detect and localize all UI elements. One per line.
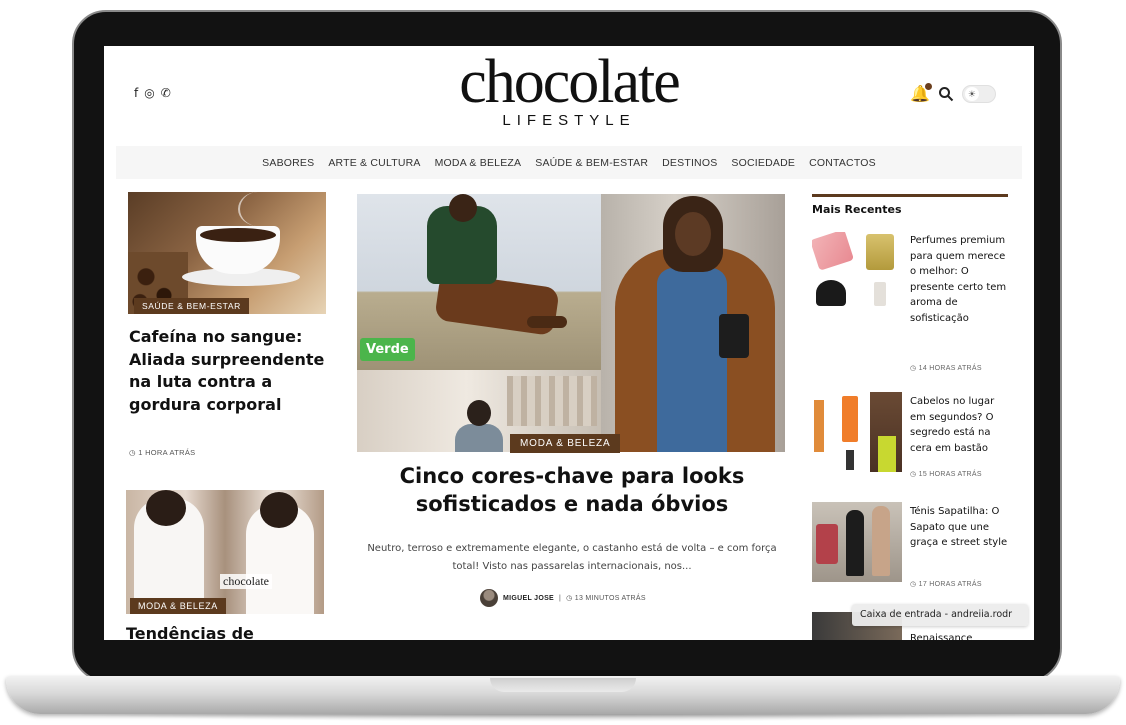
figure	[846, 510, 864, 576]
category-badge[interactable]: SAÚDE & BEM-ESTAR	[134, 298, 249, 314]
sidebar-item-title[interactable]: Cabelos no lugar em segundos? O segredo …	[910, 394, 1010, 456]
sidebar-thumb-perfumes[interactable]	[812, 232, 902, 312]
sidebar-item-title[interactable]: Renaissance	[910, 631, 1010, 640]
perfume-bottle	[866, 234, 894, 270]
nav-item-contactos[interactable]: CONTACTOS	[809, 157, 876, 169]
facebook-icon[interactable]: f	[134, 86, 138, 100]
notification-dot	[924, 83, 932, 90]
figure	[816, 524, 838, 564]
sidebar-accent-line	[812, 194, 1008, 197]
laptop-notch	[490, 678, 636, 692]
article-title[interactable]: Tendências de	[126, 624, 254, 640]
inbox-notification[interactable]: Caixa de entrada - andreiia.rodr	[852, 604, 1028, 626]
sidebar-item-time: ◷ 17 HORAS ATRÁS	[910, 581, 982, 588]
browser-screen: f ◎ ✆ chocolate LIFESTYLE 🔔 ☀ SABORES AR…	[104, 46, 1034, 640]
bridal-article-image[interactable]: chocolate	[126, 490, 324, 614]
featured-meta: MIGUEL JOSE | ◷ 13 MINUTOS ATRÁS	[480, 589, 646, 607]
theme-toggle[interactable]: ☀	[961, 85, 996, 103]
figure-face	[675, 212, 711, 256]
perfume-bottle	[874, 282, 886, 306]
avatar[interactable]	[480, 589, 498, 607]
figure-head	[146, 490, 186, 526]
featured-title[interactable]: Cinco cores-chave para looks sofisticado…	[362, 462, 782, 518]
sun-icon: ☀	[964, 87, 979, 101]
instagram-icon[interactable]: ◎	[144, 86, 154, 100]
figure-body	[455, 424, 503, 452]
product	[814, 400, 824, 452]
dress	[657, 268, 727, 452]
social-links: f ◎ ✆	[134, 86, 171, 100]
whatsapp-icon[interactable]: ✆	[161, 86, 171, 100]
featured-excerpt: Neutro, terroso e extremamente elegante,…	[367, 543, 777, 572]
nav-item-arte-cultura[interactable]: ARTE & CULTURA	[328, 157, 420, 169]
category-badge[interactable]: MODA & BELEZA	[130, 598, 226, 614]
sidebar-thumb-cabelos[interactable]	[812, 392, 902, 472]
perfume-bottle	[816, 280, 846, 306]
sidebar-item-time: ◷ 15 HORAS ATRÁS	[910, 471, 982, 478]
sidebar-thumb-tenis[interactable]	[812, 502, 902, 582]
search-icon[interactable]	[938, 86, 954, 102]
logo-sub-text: LIFESTYLE	[502, 112, 636, 129]
article-time: ◷ 1 HORA ATRÁS	[129, 448, 196, 457]
sidebar-item-title[interactable]: Ténis Sapatilha: O Sapato que une graça …	[910, 504, 1010, 551]
header-tools: 🔔 ☀	[910, 83, 996, 104]
steam	[238, 192, 278, 226]
nav-item-destinos[interactable]: DESTINOS	[662, 157, 717, 169]
featured-time: ◷ 13 MINUTOS ATRÁS	[566, 595, 646, 602]
main-nav: SABORES ARTE & CULTURA MODA & BELEZA SAÚ…	[116, 146, 1022, 179]
featured-image-brown-coat[interactable]	[601, 194, 785, 452]
sidebar-item-time: ◷ 14 HORAS ATRÁS	[910, 365, 982, 372]
notification-bell-icon[interactable]: 🔔	[910, 83, 932, 104]
site-logo[interactable]: chocolate LIFESTYLE	[404, 46, 734, 129]
author-name[interactable]: MIGUEL JOSE	[503, 595, 554, 602]
product	[842, 396, 858, 442]
figure-top	[878, 436, 896, 472]
handbag	[719, 314, 749, 358]
figure-head	[467, 400, 491, 426]
article-title[interactable]: Cafeína no sangue: Aliada surpreendente …	[129, 326, 329, 416]
figure-head	[449, 194, 477, 222]
image-tag: Verde	[360, 338, 415, 361]
image-logo-text: chocolate	[220, 574, 272, 589]
product	[846, 450, 854, 470]
figure-head	[260, 492, 298, 528]
building	[507, 376, 597, 426]
sidebar-heading: Mais Recentes	[812, 203, 902, 216]
nav-item-sociedade[interactable]: SOCIEDADE	[731, 157, 795, 169]
separator: |	[559, 594, 562, 602]
logo-main-text: chocolate	[459, 48, 681, 116]
nav-item-moda-beleza[interactable]: MODA & BELEZA	[435, 157, 522, 169]
figure	[872, 506, 890, 576]
category-badge[interactable]: MODA & BELEZA	[510, 434, 621, 453]
coffee-article-image[interactable]	[128, 192, 326, 314]
perfume-bottle	[812, 232, 855, 271]
nav-item-saude-bem-estar[interactable]: SAÚDE & BEM-ESTAR	[535, 157, 648, 169]
nav-item-sabores[interactable]: SABORES	[262, 157, 314, 169]
coffee-surface	[200, 228, 276, 242]
sidebar-item-title[interactable]: Perfumes premium para quem merece o melh…	[910, 233, 1010, 326]
figure-feet	[527, 316, 567, 328]
